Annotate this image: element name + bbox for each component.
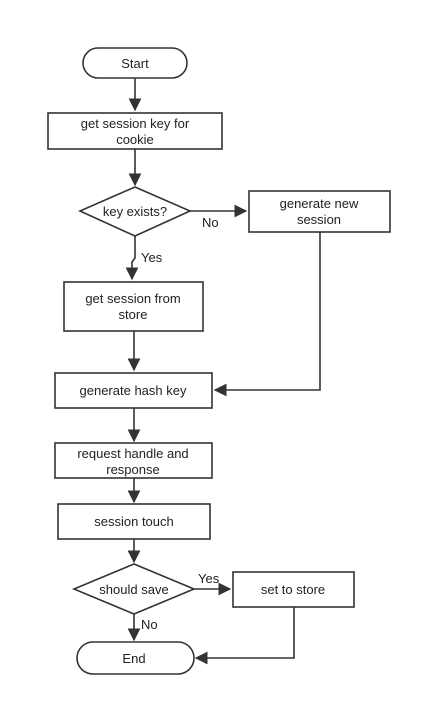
node-label-line: get session key for <box>81 116 190 131</box>
node-label: generate hash key <box>80 383 187 398</box>
node-label: session touch <box>94 514 174 529</box>
node-label-line: session <box>297 212 341 227</box>
request-handle-node: request handle and response <box>54 442 213 479</box>
node-label-line: request handle and <box>77 446 188 461</box>
node-label: set to store <box>261 582 325 597</box>
node-label: key exists? <box>103 204 167 219</box>
edge-set-to-store-to-end <box>194 607 295 665</box>
node-label: should save <box>99 582 168 597</box>
flowchart: No Yes Yes No Start get session key for … <box>47 47 391 675</box>
node-label-line: store <box>119 307 148 322</box>
node-label-line: get session from <box>85 291 180 306</box>
node-label: Start <box>121 56 149 71</box>
edge-label-no: No <box>202 215 219 230</box>
get-session-key-node: get session key for cookie <box>47 112 223 150</box>
edge-generate-new-to-generate-hash <box>213 232 321 397</box>
key-exists-decision: key exists? <box>78 186 192 237</box>
edge-label-yes: Yes <box>141 250 163 265</box>
start-node: Start <box>82 47 188 79</box>
session-touch-node: session touch <box>57 503 211 540</box>
get-session-from-store-node: get session from store <box>63 281 204 332</box>
node-label-line: response <box>106 462 159 477</box>
edge-label-no: No <box>141 617 158 632</box>
should-save-decision: should save <box>71 563 197 615</box>
node-label-line: generate new <box>280 196 359 211</box>
edge-key-exists-to-get-from-store <box>125 236 139 281</box>
node-label: End <box>122 651 145 666</box>
generate-new-session-node: generate new session <box>248 190 391 233</box>
end-node: End <box>76 641 195 675</box>
generate-hash-key-node: generate hash key <box>54 372 213 409</box>
set-to-store-node: set to store <box>232 571 355 608</box>
edge-label-yes: Yes <box>198 571 220 586</box>
node-label-line: cookie <box>116 132 154 147</box>
